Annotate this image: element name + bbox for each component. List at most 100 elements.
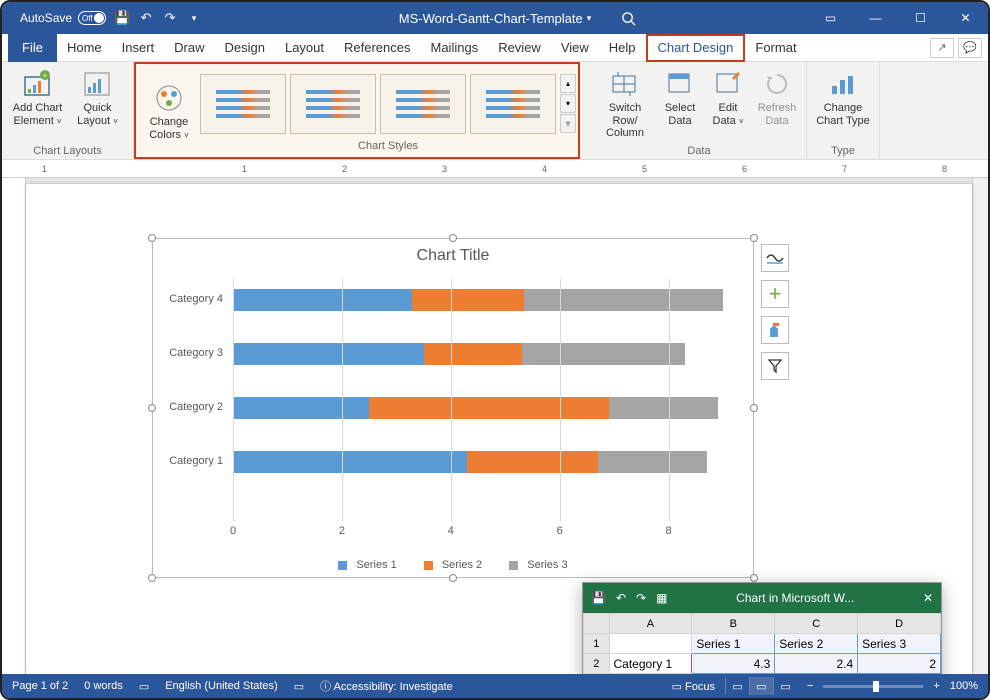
- word-count[interactable]: 0 words: [84, 680, 123, 692]
- gallery-more-icon[interactable]: ▿: [560, 114, 576, 133]
- redo-icon[interactable]: ↷: [162, 10, 178, 26]
- layout-options-icon[interactable]: [761, 244, 789, 272]
- ribbon-display-icon[interactable]: ▭: [808, 2, 853, 34]
- resize-handle-se[interactable]: [750, 574, 758, 582]
- bar-segment-series-1[interactable]: [233, 343, 424, 365]
- resize-handle-ne[interactable]: [750, 234, 758, 242]
- read-mode-icon[interactable]: ▭: [725, 677, 749, 695]
- tab-file[interactable]: File: [8, 34, 57, 62]
- page-indicator[interactable]: Page 1 of 2: [12, 680, 68, 692]
- tab-draw[interactable]: Draw: [164, 34, 214, 62]
- group-label-type: Type: [831, 145, 855, 157]
- chart-legend[interactable]: Series 1 Series 2 Series 3: [153, 559, 753, 571]
- tab-layout[interactable]: Layout: [275, 34, 334, 62]
- chart-filters-icon[interactable]: [761, 352, 789, 380]
- accessibility-indicator[interactable]: ⓘ Accessibility: Investigate: [320, 678, 453, 694]
- chart-title[interactable]: Chart Title: [153, 239, 753, 269]
- bar-segment-series-3[interactable]: [522, 343, 685, 365]
- toggle-off-icon[interactable]: Off: [78, 11, 106, 25]
- chart-style-4[interactable]: [470, 74, 556, 134]
- tab-home[interactable]: Home: [57, 34, 112, 62]
- resize-handle-e[interactable]: [750, 404, 758, 412]
- macro-icon[interactable]: ▭: [294, 680, 304, 693]
- autosave-toggle[interactable]: AutoSave Off: [20, 11, 106, 25]
- x-tick: 4: [448, 525, 454, 537]
- change-colors-button[interactable]: Change Colors ˅: [144, 80, 194, 141]
- bar-row[interactable]: [233, 451, 723, 473]
- vertical-ruler[interactable]: [2, 178, 26, 674]
- focus-mode-button[interactable]: ▭ Focus: [672, 680, 715, 693]
- chart-plot-area[interactable]: Category 4Category 3Category 2Category 1: [203, 279, 723, 517]
- bar-row[interactable]: [233, 343, 723, 365]
- minimize-icon[interactable]: —: [853, 2, 898, 34]
- select-data-icon: [664, 68, 696, 100]
- excel-save-icon[interactable]: 💾: [591, 591, 606, 605]
- resize-handle-nw[interactable]: [148, 234, 156, 242]
- close-icon[interactable]: ✕: [943, 2, 988, 34]
- chart-elements-icon[interactable]: +: [761, 280, 789, 308]
- gallery-down-icon[interactable]: ▾: [560, 94, 576, 113]
- resize-handle-n[interactable]: [449, 234, 457, 242]
- chart-style-1[interactable]: [200, 74, 286, 134]
- tab-references[interactable]: References: [334, 34, 420, 62]
- web-layout-icon[interactable]: ▭: [773, 677, 797, 695]
- gallery-up-icon[interactable]: ▴: [560, 74, 576, 93]
- tab-design[interactable]: Design: [215, 34, 275, 62]
- edit-data-button[interactable]: Edit Data ˅: [708, 66, 748, 127]
- bar-segment-series-1[interactable]: [233, 289, 412, 311]
- tab-help[interactable]: Help: [599, 34, 646, 62]
- switch-row-column-button[interactable]: Switch Row/ Column: [598, 66, 652, 140]
- print-layout-icon[interactable]: ▭: [749, 677, 773, 695]
- select-data-button[interactable]: Select Data: [658, 66, 702, 127]
- resize-handle-sw[interactable]: [148, 574, 156, 582]
- excel-undo-icon[interactable]: ↶: [616, 591, 626, 605]
- quick-layout-button[interactable]: Quick Layout ˅: [71, 66, 125, 127]
- share-icon[interactable]: ↗: [930, 38, 954, 58]
- spellcheck-icon[interactable]: ▭: [139, 680, 149, 693]
- save-icon[interactable]: 💾: [114, 10, 130, 26]
- tab-mailings[interactable]: Mailings: [421, 34, 489, 62]
- chart-styles-icon[interactable]: [761, 316, 789, 344]
- tab-format[interactable]: Format: [745, 34, 806, 62]
- excel-redo-icon[interactable]: ↷: [636, 591, 646, 605]
- chart-style-2[interactable]: [290, 74, 376, 134]
- bar-row[interactable]: [233, 397, 723, 419]
- chart-style-3[interactable]: [380, 74, 466, 134]
- bar-segment-series-2[interactable]: [467, 451, 598, 473]
- excel-close-icon[interactable]: ✕: [923, 591, 933, 605]
- bar-segment-series-2[interactable]: [369, 397, 609, 419]
- resize-handle-s[interactable]: [449, 574, 457, 582]
- tab-chart-design[interactable]: Chart Design: [646, 34, 746, 62]
- bar-segment-series-1[interactable]: [233, 451, 467, 473]
- bar-segment-series-3[interactable]: [524, 289, 723, 311]
- chart-object[interactable]: Chart Title Category 4Category 3Category…: [152, 238, 754, 578]
- tab-review[interactable]: Review: [488, 34, 551, 62]
- zoom-slider[interactable]: [823, 685, 923, 688]
- excel-grid[interactable]: ABCD1Series 1Series 2Series 32Category 1…: [583, 613, 941, 674]
- bar-segment-series-3[interactable]: [598, 451, 707, 473]
- zoom-out-icon[interactable]: −: [807, 680, 813, 692]
- comments-icon[interactable]: 💬: [958, 38, 982, 58]
- chart-styles-gallery[interactable]: ▴ ▾ ▿: [200, 70, 576, 134]
- zoom-in-icon[interactable]: +: [933, 680, 939, 692]
- bar-segment-series-2[interactable]: [424, 343, 522, 365]
- zoom-level[interactable]: 100%: [950, 680, 978, 692]
- language-indicator[interactable]: English (United States): [165, 680, 278, 692]
- group-label-styles: Chart Styles: [358, 140, 418, 152]
- tab-insert[interactable]: Insert: [112, 34, 165, 62]
- excel-data-window[interactable]: 💾 ↶ ↷ ▦ Chart in Microsoft W... ✕ ABCD1S…: [582, 582, 942, 674]
- bar-row[interactable]: [233, 289, 723, 311]
- undo-icon[interactable]: ↶: [138, 10, 154, 26]
- bar-segment-series-2[interactable]: [412, 289, 524, 311]
- search-icon[interactable]: [620, 10, 636, 26]
- qat-dropdown-icon[interactable]: ▾: [186, 10, 202, 26]
- maximize-icon[interactable]: ☐: [898, 2, 943, 34]
- change-chart-type-button[interactable]: Change Chart Type: [813, 66, 873, 127]
- excel-grid-icon[interactable]: ▦: [656, 591, 667, 605]
- horizontal-ruler[interactable]: 1 1 2 3 4 5 6 7 8: [2, 160, 988, 178]
- vertical-scrollbar[interactable]: [972, 178, 988, 674]
- add-chart-element-button[interactable]: + Add Chart Element ˅: [11, 66, 65, 127]
- bar-segment-series-1[interactable]: [233, 397, 369, 419]
- tab-view[interactable]: View: [551, 34, 599, 62]
- bar-segment-series-3[interactable]: [609, 397, 718, 419]
